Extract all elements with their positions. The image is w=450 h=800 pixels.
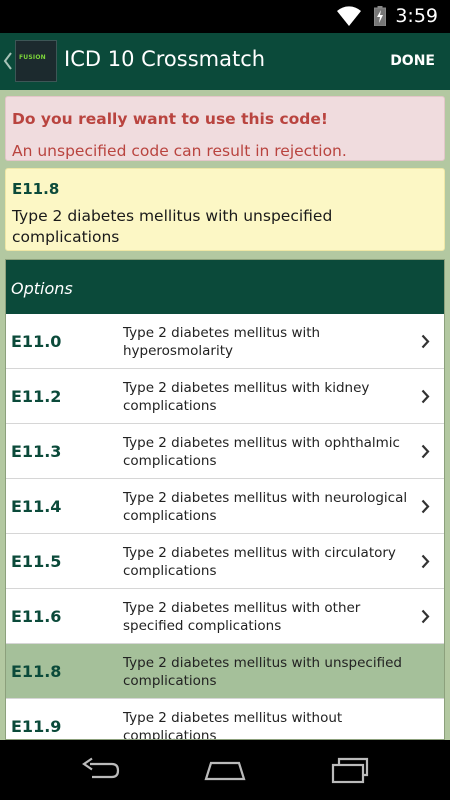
app-logo[interactable]: FUSION [15, 40, 57, 82]
selected-code: E11.8 [12, 180, 60, 198]
options-header: Options [6, 260, 444, 314]
option-row-e11-5[interactable]: E11.5 Type 2 diabetes mellitus with circ… [6, 534, 444, 589]
logo-text: FUSION [19, 54, 46, 61]
chevron-right-icon [421, 499, 430, 514]
app-bar: FUSION ICD 10 Crossmatch DONE [0, 33, 450, 90]
selected-code-card: E11.8 Type 2 diabetes mellitus with unsp… [5, 168, 445, 251]
option-row-e11-3[interactable]: E11.3 Type 2 diabetes mellitus with opht… [6, 424, 444, 479]
back-icon[interactable] [78, 755, 122, 785]
warning-title: Do you really want to use this code! [12, 110, 328, 128]
option-description: Type 2 diabetes mellitus with unspecifie… [123, 655, 402, 689]
option-code: E11.6 [11, 607, 62, 626]
recent-apps-icon[interactable] [329, 755, 373, 785]
chevron-right-icon [421, 554, 430, 569]
battery-charging-icon [374, 6, 386, 26]
option-row-e11-6[interactable]: E11.6 Type 2 diabetes mellitus with othe… [6, 589, 444, 644]
option-code: E11.3 [11, 442, 62, 461]
option-description: Type 2 diabetes mellitus with neurologic… [123, 490, 408, 524]
option-row-e11-0[interactable]: E11.0 Type 2 diabetes mellitus with hype… [6, 314, 444, 369]
back-chevron-icon[interactable] [3, 52, 13, 70]
warning-message: An unspecified code can result in reject… [12, 142, 347, 160]
app-title: ICD 10 Crossmatch [64, 47, 266, 71]
home-icon[interactable] [203, 755, 247, 785]
chevron-right-icon [421, 444, 430, 459]
option-row-e11-2[interactable]: E11.2 Type 2 diabetes mellitus with kidn… [6, 369, 444, 424]
option-code: E11.9 [11, 717, 62, 736]
option-description: Type 2 diabetes mellitus with other spec… [123, 600, 361, 634]
options-header-label: Options [11, 279, 73, 298]
status-bar: 3:59 [0, 0, 450, 33]
option-code: E11.0 [11, 332, 62, 351]
option-row-e11-9[interactable]: E11.9 Type 2 diabetes mellitus without c… [6, 699, 444, 740]
option-code: E11.2 [11, 387, 62, 406]
option-row-e11-4[interactable]: E11.4 Type 2 diabetes mellitus with neur… [6, 479, 444, 534]
option-description: Type 2 diabetes mellitus with hyperosmol… [123, 325, 321, 359]
chevron-right-icon [421, 609, 430, 624]
option-description: Type 2 diabetes mellitus with circulator… [123, 545, 396, 579]
option-description: Type 2 diabetes mellitus with ophthalmic… [123, 435, 400, 469]
system-nav-bar [0, 740, 450, 800]
option-code: E11.4 [11, 497, 62, 516]
option-description: Type 2 diabetes mellitus with kidney com… [123, 380, 370, 414]
selected-code-description: Type 2 diabetes mellitus with unspecifie… [12, 207, 333, 246]
wifi-icon [337, 6, 361, 26]
done-button[interactable]: DONE [390, 53, 435, 69]
main-content: Do you really want to use this code! An … [0, 90, 450, 740]
status-time: 3:59 [395, 5, 438, 27]
option-code: E11.8 [11, 662, 62, 681]
option-code: E11.5 [11, 552, 62, 571]
options-list: Options E11.0 Type 2 diabetes mellitus w… [5, 259, 445, 740]
chevron-right-icon [421, 389, 430, 404]
warning-banner: Do you really want to use this code! An … [5, 96, 445, 161]
chevron-right-icon [421, 334, 430, 349]
option-row-e11-8[interactable]: E11.8 Type 2 diabetes mellitus with unsp… [6, 644, 444, 699]
option-description: Type 2 diabetes mellitus without complic… [123, 710, 343, 740]
